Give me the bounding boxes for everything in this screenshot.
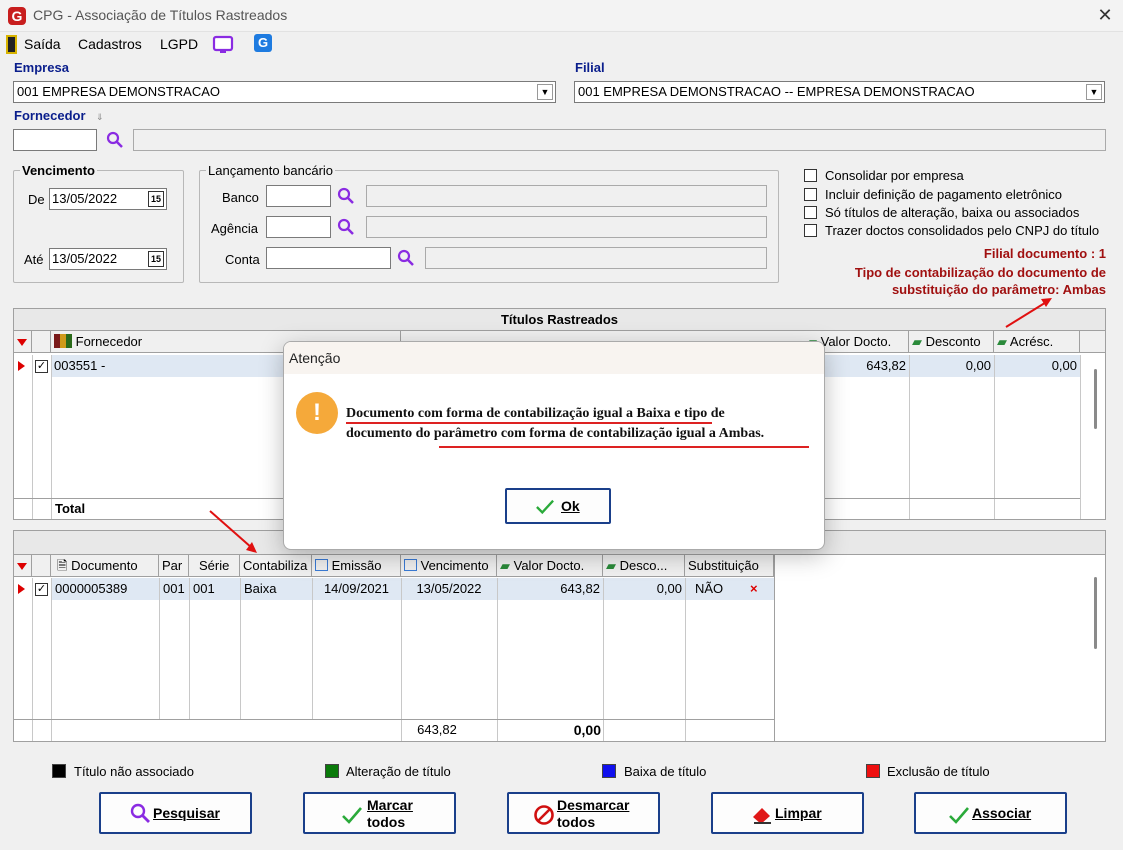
warning-icon: !: [296, 392, 338, 434]
annotation-underline: [439, 446, 809, 448]
annotation-underline: [346, 422, 712, 424]
dialog-header: [284, 342, 824, 374]
ok-button[interactable]: Ok: [505, 488, 611, 524]
dialog-title: Atenção: [289, 350, 341, 366]
check-icon: [536, 499, 554, 515]
dialog-message-line1: Documento com forma de contabilização ig…: [346, 406, 725, 421]
dialog-message-line2: documento do parâmetro com forma de cont…: [346, 426, 765, 441]
alert-dialog: Atenção ! Documento com forma de contabi…: [283, 341, 825, 550]
